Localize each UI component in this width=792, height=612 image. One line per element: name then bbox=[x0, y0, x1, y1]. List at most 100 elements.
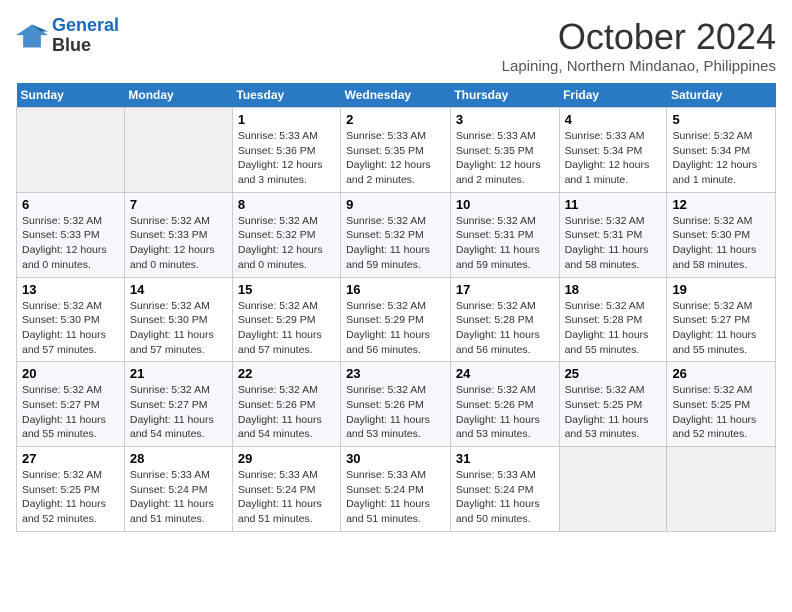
day-cell: 18 Sunrise: 5:32 AM Sunset: 5:28 PM Dayli… bbox=[559, 277, 667, 362]
day-detail: Sunrise: 5:33 AM Sunset: 5:24 PM Dayligh… bbox=[456, 468, 554, 527]
day-header-tuesday: Tuesday bbox=[232, 83, 340, 108]
day-number: 25 bbox=[565, 366, 662, 381]
day-detail: Sunrise: 5:32 AM Sunset: 5:28 PM Dayligh… bbox=[456, 299, 554, 358]
location-title: Lapining, Northern Mindanao, Philippines bbox=[502, 58, 776, 75]
day-detail: Sunrise: 5:32 AM Sunset: 5:26 PM Dayligh… bbox=[238, 383, 335, 442]
day-cell: 31 Sunrise: 5:33 AM Sunset: 5:24 PM Dayli… bbox=[450, 447, 559, 532]
day-detail: Sunrise: 5:32 AM Sunset: 5:32 PM Dayligh… bbox=[346, 214, 445, 273]
calendar-table: SundayMondayTuesdayWednesdayThursdayFrid… bbox=[16, 83, 776, 532]
day-cell: 21 Sunrise: 5:32 AM Sunset: 5:27 PM Dayli… bbox=[124, 362, 232, 447]
title-block: October 2024 Lapining, Northern Mindanao… bbox=[502, 16, 776, 75]
day-number: 29 bbox=[238, 451, 335, 466]
day-number: 30 bbox=[346, 451, 445, 466]
day-cell: 7Sunrise: 5:32 AM Sunset: 5:33 PM Daylig… bbox=[124, 192, 232, 277]
day-cell: 30 Sunrise: 5:33 AM Sunset: 5:24 PM Dayli… bbox=[341, 447, 451, 532]
day-number: 16 bbox=[346, 282, 445, 297]
day-detail: Sunrise: 5:32 AM Sunset: 5:31 PM Dayligh… bbox=[565, 214, 662, 273]
day-detail: Sunrise: 5:33 AM Sunset: 5:35 PM Dayligh… bbox=[346, 129, 445, 188]
day-number: 9 bbox=[346, 197, 445, 212]
day-detail: Sunrise: 5:32 AM Sunset: 5:26 PM Dayligh… bbox=[456, 383, 554, 442]
day-number: 2 bbox=[346, 112, 445, 127]
day-number: 24 bbox=[456, 366, 554, 381]
calendar-body: 1Sunrise: 5:33 AM Sunset: 5:36 PM Daylig… bbox=[17, 108, 776, 532]
week-row-1: 1Sunrise: 5:33 AM Sunset: 5:36 PM Daylig… bbox=[17, 108, 776, 193]
day-detail: Sunrise: 5:32 AM Sunset: 5:26 PM Dayligh… bbox=[346, 383, 445, 442]
day-number: 21 bbox=[130, 366, 227, 381]
day-cell: 27 Sunrise: 5:32 AM Sunset: 5:25 PM Dayli… bbox=[17, 447, 125, 532]
day-number: 19 bbox=[672, 282, 770, 297]
day-detail: Sunrise: 5:33 AM Sunset: 5:24 PM Dayligh… bbox=[238, 468, 335, 527]
day-cell: 3 Sunrise: 5:33 AM Sunset: 5:35 PM Daylig… bbox=[450, 108, 559, 193]
day-cell: 10Sunrise: 5:32 AM Sunset: 5:31 PM Dayli… bbox=[450, 192, 559, 277]
day-detail: Sunrise: 5:32 AM Sunset: 5:27 PM Dayligh… bbox=[672, 299, 770, 358]
day-cell bbox=[667, 447, 776, 532]
day-number: 3 bbox=[456, 112, 554, 127]
day-detail: Sunrise: 5:33 AM Sunset: 5:24 PM Dayligh… bbox=[346, 468, 445, 527]
day-number: 22 bbox=[238, 366, 335, 381]
day-detail: Sunrise: 5:32 AM Sunset: 5:28 PM Dayligh… bbox=[565, 299, 662, 358]
day-detail: Sunrise: 5:32 AM Sunset: 5:30 PM Dayligh… bbox=[672, 214, 770, 273]
day-number: 8 bbox=[238, 197, 335, 212]
day-detail: Sunrise: 5:32 AM Sunset: 5:25 PM Dayligh… bbox=[565, 383, 662, 442]
day-number: 15 bbox=[238, 282, 335, 297]
day-cell: 25 Sunrise: 5:32 AM Sunset: 5:25 PM Dayli… bbox=[559, 362, 667, 447]
page-header: General Blue October 2024 Lapining, Nort… bbox=[16, 16, 776, 75]
day-header-monday: Monday bbox=[124, 83, 232, 108]
day-number: 26 bbox=[672, 366, 770, 381]
day-detail: Sunrise: 5:33 AM Sunset: 5:34 PM Dayligh… bbox=[565, 129, 662, 188]
day-detail: Sunrise: 5:32 AM Sunset: 5:34 PM Dayligh… bbox=[672, 129, 770, 188]
day-detail: Sunrise: 5:32 AM Sunset: 5:32 PM Dayligh… bbox=[238, 214, 335, 273]
day-number: 14 bbox=[130, 282, 227, 297]
day-cell: 20 Sunrise: 5:32 AM Sunset: 5:27 PM Dayli… bbox=[17, 362, 125, 447]
day-cell: 28Sunrise: 5:33 AM Sunset: 5:24 PM Dayli… bbox=[124, 447, 232, 532]
day-cell: 9 Sunrise: 5:32 AM Sunset: 5:32 PM Daylig… bbox=[341, 192, 451, 277]
day-number: 13 bbox=[22, 282, 119, 297]
day-number: 12 bbox=[672, 197, 770, 212]
day-number: 5 bbox=[672, 112, 770, 127]
day-detail: Sunrise: 5:32 AM Sunset: 5:31 PM Dayligh… bbox=[456, 214, 554, 273]
day-number: 27 bbox=[22, 451, 119, 466]
day-number: 1 bbox=[238, 112, 335, 127]
day-header-wednesday: Wednesday bbox=[341, 83, 451, 108]
calendar-header: SundayMondayTuesdayWednesdayThursdayFrid… bbox=[17, 83, 776, 108]
day-cell: 19 Sunrise: 5:32 AM Sunset: 5:27 PM Dayli… bbox=[667, 277, 776, 362]
day-number: 20 bbox=[22, 366, 119, 381]
day-number: 6 bbox=[22, 197, 119, 212]
day-header-sunday: Sunday bbox=[17, 83, 125, 108]
day-cell: 17 Sunrise: 5:32 AM Sunset: 5:28 PM Dayli… bbox=[450, 277, 559, 362]
day-number: 18 bbox=[565, 282, 662, 297]
week-row-4: 20 Sunrise: 5:32 AM Sunset: 5:27 PM Dayli… bbox=[17, 362, 776, 447]
day-cell: 13Sunrise: 5:32 AM Sunset: 5:30 PM Dayli… bbox=[17, 277, 125, 362]
day-number: 17 bbox=[456, 282, 554, 297]
day-cell: 26 Sunrise: 5:32 AM Sunset: 5:25 PM Dayli… bbox=[667, 362, 776, 447]
day-number: 7 bbox=[130, 197, 227, 212]
logo: General Blue bbox=[16, 16, 119, 56]
day-number: 28 bbox=[130, 451, 227, 466]
day-header-saturday: Saturday bbox=[667, 83, 776, 108]
day-cell: 4Sunrise: 5:33 AM Sunset: 5:34 PM Daylig… bbox=[559, 108, 667, 193]
day-cell: 6Sunrise: 5:32 AM Sunset: 5:33 PM Daylig… bbox=[17, 192, 125, 277]
day-number: 31 bbox=[456, 451, 554, 466]
day-cell: 5 Sunrise: 5:32 AM Sunset: 5:34 PM Daylig… bbox=[667, 108, 776, 193]
day-cell: 15 Sunrise: 5:32 AM Sunset: 5:29 PM Dayli… bbox=[232, 277, 340, 362]
day-cell: 12 Sunrise: 5:32 AM Sunset: 5:30 PM Dayli… bbox=[667, 192, 776, 277]
month-title: October 2024 bbox=[502, 16, 776, 58]
day-header-friday: Friday bbox=[559, 83, 667, 108]
week-row-5: 27 Sunrise: 5:32 AM Sunset: 5:25 PM Dayli… bbox=[17, 447, 776, 532]
day-detail: Sunrise: 5:32 AM Sunset: 5:29 PM Dayligh… bbox=[238, 299, 335, 358]
day-detail: Sunrise: 5:32 AM Sunset: 5:25 PM Dayligh… bbox=[672, 383, 770, 442]
day-detail: Sunrise: 5:32 AM Sunset: 5:29 PM Dayligh… bbox=[346, 299, 445, 358]
day-cell bbox=[17, 108, 125, 193]
day-cell: 11 Sunrise: 5:32 AM Sunset: 5:31 PM Dayli… bbox=[559, 192, 667, 277]
day-detail: Sunrise: 5:32 AM Sunset: 5:25 PM Dayligh… bbox=[22, 468, 119, 527]
day-cell: 1Sunrise: 5:33 AM Sunset: 5:36 PM Daylig… bbox=[232, 108, 340, 193]
day-detail: Sunrise: 5:32 AM Sunset: 5:27 PM Dayligh… bbox=[22, 383, 119, 442]
week-row-3: 13Sunrise: 5:32 AM Sunset: 5:30 PM Dayli… bbox=[17, 277, 776, 362]
day-header-thursday: Thursday bbox=[450, 83, 559, 108]
day-cell bbox=[124, 108, 232, 193]
day-detail: Sunrise: 5:33 AM Sunset: 5:35 PM Dayligh… bbox=[456, 129, 554, 188]
day-cell: 24 Sunrise: 5:32 AM Sunset: 5:26 PM Dayli… bbox=[450, 362, 559, 447]
day-detail: Sunrise: 5:32 AM Sunset: 5:27 PM Dayligh… bbox=[130, 383, 227, 442]
day-number: 11 bbox=[565, 197, 662, 212]
day-cell: 22 Sunrise: 5:32 AM Sunset: 5:26 PM Dayli… bbox=[232, 362, 340, 447]
